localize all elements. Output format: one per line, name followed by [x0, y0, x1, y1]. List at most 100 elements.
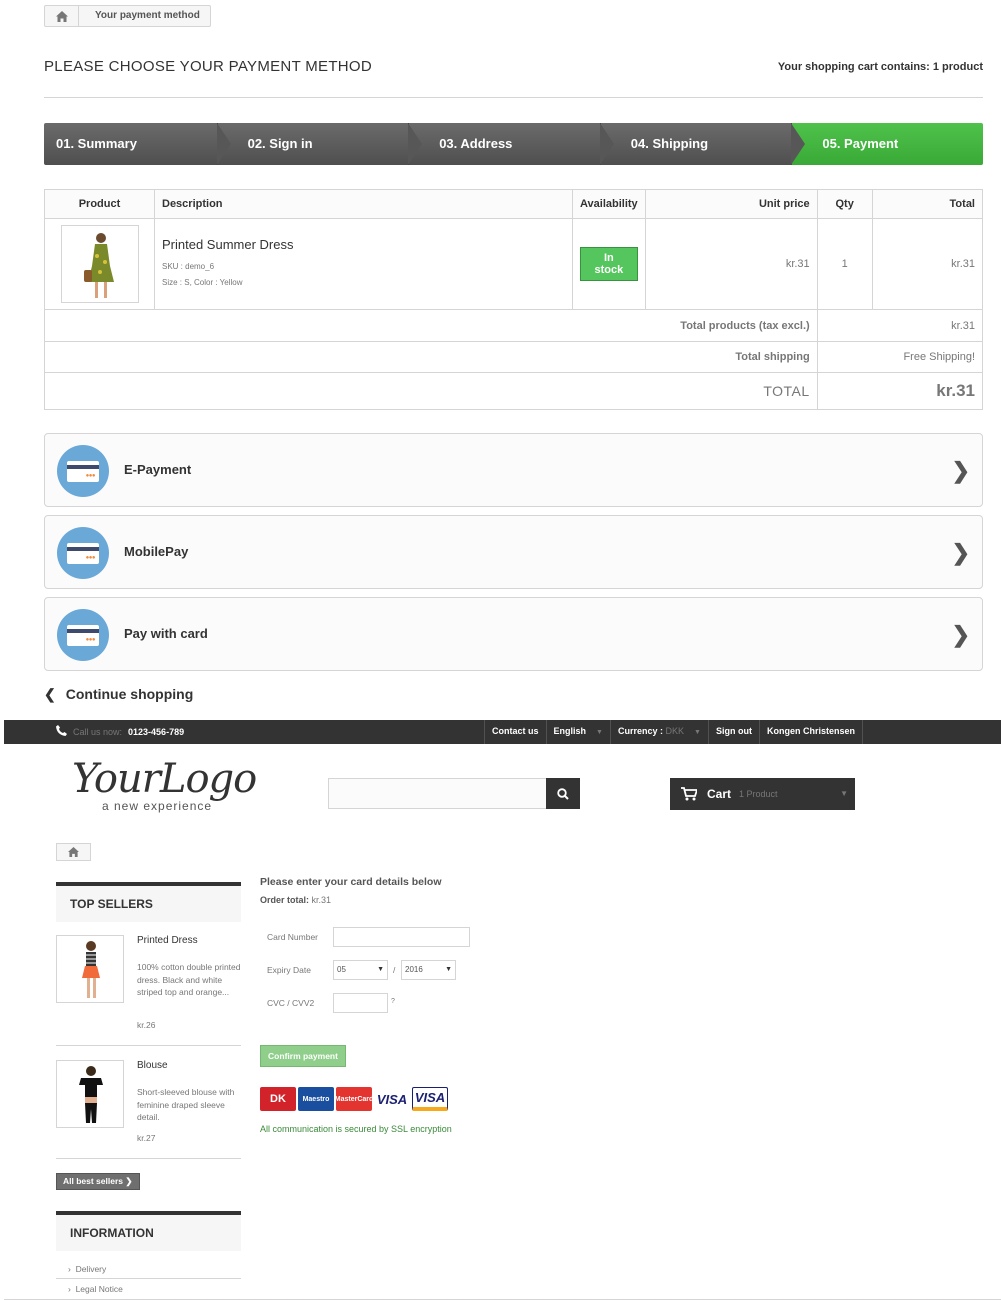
list-item: Blouse Short-sleeved blouse with feminin…	[56, 1060, 241, 1159]
product-attributes: Size : S, Color : Yellow	[162, 278, 243, 287]
stock-badge: In stock	[580, 247, 638, 281]
breadcrumb: Your payment method	[44, 5, 211, 27]
cart-button[interactable]: Cart 1 Product ▼	[670, 778, 855, 810]
chevron-left-icon: ❮	[44, 686, 56, 702]
search-icon	[557, 787, 569, 800]
payment-option-epayment[interactable]: ●●● E-Payment ❯	[44, 433, 983, 507]
currency-selector[interactable]: Currency : DKK ▼	[609, 720, 708, 744]
col-description: Description	[154, 189, 573, 219]
payment-option-label: MobilePay	[124, 544, 189, 559]
product-image[interactable]	[56, 935, 124, 1003]
info-link-legal-notice[interactable]: › Legal Notice	[56, 1279, 241, 1299]
phone-number: 0123-456-789	[128, 726, 185, 737]
dropdown-icon: ▼	[596, 729, 603, 736]
payment-option-mobilepay[interactable]: ●●● MobilePay ❯	[44, 515, 983, 589]
total-label: TOTAL	[44, 372, 818, 410]
cart-icon	[681, 787, 697, 801]
product-price: kr.27	[137, 1133, 156, 1143]
phone-icon	[56, 725, 67, 738]
search-input[interactable]	[328, 778, 580, 809]
checkout-steps: 01. Summary 02. Sign in 03. Address 04. …	[44, 123, 983, 165]
product-image[interactable]	[60, 225, 139, 303]
contact-link[interactable]: Contact us	[484, 720, 546, 744]
cvc-field[interactable]	[333, 993, 388, 1013]
step-shipping[interactable]: 04. Shipping	[600, 123, 806, 165]
step-summary[interactable]: 01. Summary	[44, 123, 231, 165]
col-product: Product	[44, 189, 155, 219]
language-selector[interactable]: English ▼	[545, 720, 610, 744]
logo-text: YourLogo	[72, 756, 257, 802]
col-unit-price: Unit price	[644, 189, 818, 219]
expiry-year-select[interactable]: 2016 ▼	[401, 960, 456, 980]
payment-option-label: Pay with card	[124, 626, 208, 641]
search-button[interactable]	[546, 778, 580, 809]
line-total: kr.31	[871, 218, 984, 310]
product-image[interactable]	[56, 1060, 124, 1128]
table-row: Printed Summer Dress SKU : demo_6 Size :…	[44, 218, 984, 310]
card-number-label: Card Number	[267, 932, 319, 942]
payment-option-label: E-Payment	[124, 462, 192, 477]
mastercard-logo: MasterCard	[335, 1087, 373, 1111]
unit-price: kr.31	[644, 218, 818, 310]
payment-option-card[interactable]: ●●● Pay with card ❯	[44, 597, 983, 671]
maestro-logo: Maestro	[298, 1087, 334, 1111]
order-total: Order total: kr.31	[260, 895, 332, 905]
user-account-link[interactable]: Kongen Christensen	[758, 720, 863, 744]
cart-label: Cart	[707, 787, 732, 801]
total-shipping-value: Free Shipping!	[816, 341, 984, 373]
product-description: Short-sleeved blouse with feminine drape…	[137, 1087, 235, 1122]
information-heading: INFORMATION	[56, 1211, 241, 1251]
logo-tagline: a new experience	[102, 799, 213, 813]
total-value: kr.31	[816, 372, 984, 410]
cart-count-text: Your shopping cart contains: 1 product	[777, 61, 983, 73]
home-icon	[68, 847, 79, 857]
top-nav-bar: Call us now: 0123-456-789 Contact us Eng…	[4, 720, 1001, 744]
chevron-right-icon: ❯	[951, 622, 970, 647]
step-sign-in[interactable]: 02. Sign in	[217, 123, 423, 165]
product-name[interactable]: Printed Dress	[137, 935, 198, 946]
card-number-field[interactable]	[333, 927, 470, 947]
chevron-right-icon: ❯	[951, 458, 970, 483]
card-form-title: Please enter your card details below	[260, 876, 442, 888]
product-sku: SKU : demo_6	[162, 262, 215, 271]
confirm-payment-button[interactable]: Confirm payment	[260, 1045, 346, 1067]
card-logos: DK Maestro MasterCard VISA VISA	[260, 1087, 448, 1111]
cvc-help-icon[interactable]: ?	[391, 998, 395, 1005]
dropdown-icon: ▼	[445, 966, 452, 973]
breadcrumb-home[interactable]	[56, 843, 91, 861]
step-address[interactable]: 03. Address	[409, 123, 614, 165]
quantity: 1	[816, 218, 873, 310]
product-name[interactable]: Blouse	[137, 1060, 168, 1071]
product-price: kr.26	[137, 1020, 156, 1030]
col-availability: Availability	[572, 189, 646, 219]
cvc-label: CVC / CVV2	[267, 998, 315, 1008]
visa-logo: VISA	[374, 1087, 410, 1111]
dropdown-icon: ▼	[694, 729, 701, 736]
all-best-sellers-button[interactable]: All best sellers ❯	[56, 1173, 140, 1190]
info-link-delivery[interactable]: › Delivery	[56, 1259, 241, 1279]
breadcrumb-current: Your payment method	[95, 10, 200, 21]
home-icon[interactable]	[45, 6, 79, 26]
credit-card-icon: ●●●	[57, 445, 109, 497]
chevron-right-icon: ❯	[951, 540, 970, 565]
total-shipping-label: Total shipping	[44, 341, 818, 373]
sign-out-link[interactable]: Sign out	[707, 720, 759, 744]
continue-shopping-link[interactable]: ❮ Continue shopping	[44, 686, 193, 703]
col-total: Total	[871, 189, 984, 219]
dankort-logo: DK	[260, 1087, 296, 1111]
expiry-separator: /	[393, 965, 396, 975]
call-label: Call us now:	[73, 726, 123, 737]
top-sellers-heading: TOP SELLERS	[56, 882, 241, 922]
dropdown-icon: ▼	[840, 789, 848, 798]
total-products-value: kr.31	[816, 309, 984, 342]
product-name[interactable]: Printed Summer Dress	[162, 237, 565, 252]
visa-electron-logo: VISA	[412, 1087, 448, 1111]
call-us: Call us now: 0123-456-789	[56, 725, 184, 738]
page-header: PLEASE CHOOSE YOUR PAYMENT METHOD Your s…	[44, 58, 983, 98]
ssl-note: All communication is secured by SSL encr…	[260, 1124, 452, 1134]
list-item: Printed Dress 100% cotton double printed…	[56, 935, 241, 1046]
dropdown-icon: ▼	[377, 966, 384, 973]
store-logo[interactable]: YourLogo a new experience	[72, 756, 272, 816]
expiry-month-select[interactable]: 05 ▼	[333, 960, 388, 980]
credit-card-icon: ●●●	[57, 527, 109, 579]
